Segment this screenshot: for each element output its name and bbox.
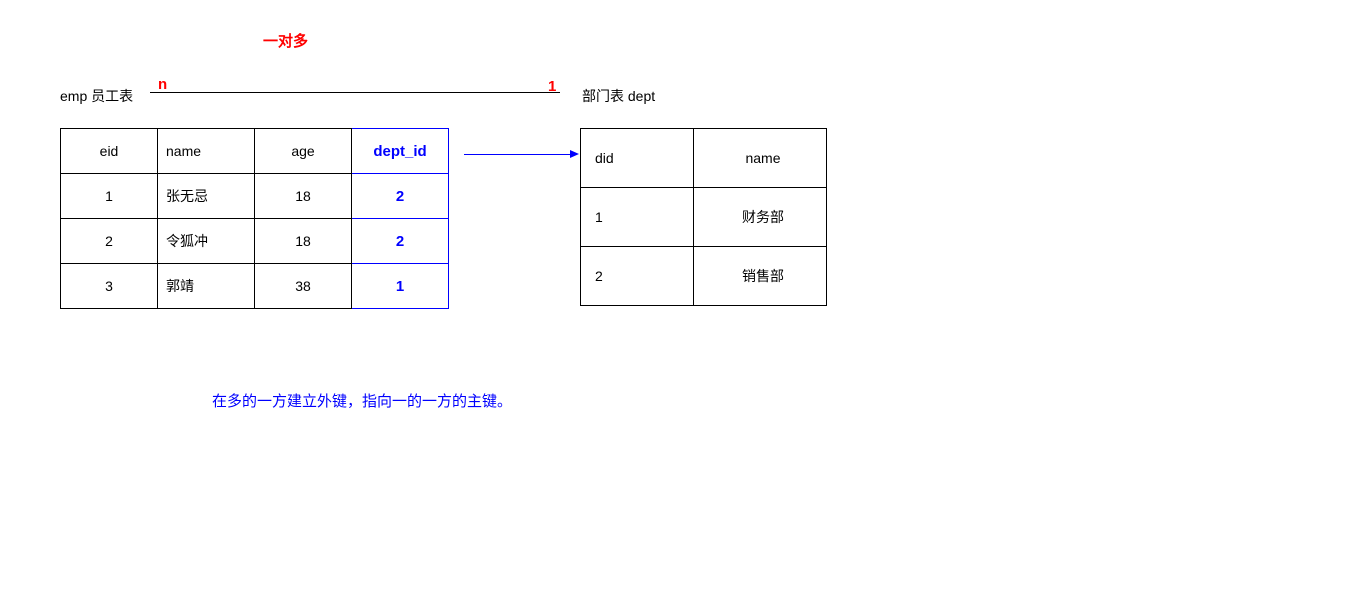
table-row: 2 销售部 bbox=[581, 247, 827, 306]
emp-header-eid: eid bbox=[61, 129, 158, 174]
emp-cell-fk: 2 bbox=[352, 219, 449, 264]
emp-cell: 郭靖 bbox=[158, 264, 255, 309]
dept-cell: 1 bbox=[581, 188, 694, 247]
emp-table: eid name age dept_id 1 张无忌 18 2 2 令狐冲 18… bbox=[60, 128, 449, 309]
diagram-title: 一对多 bbox=[263, 30, 308, 51]
table-row: did name bbox=[581, 129, 827, 188]
emp-cell-fk: 2 bbox=[352, 174, 449, 219]
dept-cell: 销售部 bbox=[694, 247, 827, 306]
emp-cell: 38 bbox=[255, 264, 352, 309]
diagram-note: 在多的一方建立外键，指向一的一方的主键。 bbox=[212, 390, 512, 411]
relationship-1: 1 bbox=[548, 78, 556, 95]
dept-cell: 2 bbox=[581, 247, 694, 306]
table-row: 1 张无忌 18 2 bbox=[61, 174, 449, 219]
emp-cell: 18 bbox=[255, 219, 352, 264]
dept-table: did name 1 财务部 2 销售部 bbox=[580, 128, 827, 306]
emp-cell-fk: 1 bbox=[352, 264, 449, 309]
relationship-n: n bbox=[158, 76, 167, 93]
relationship-line bbox=[150, 92, 560, 93]
dept-header-did: did bbox=[581, 129, 694, 188]
emp-cell: 2 bbox=[61, 219, 158, 264]
emp-table-label: emp 员工表 bbox=[60, 86, 133, 106]
table-row: 3 郭靖 38 1 bbox=[61, 264, 449, 309]
dept-header-name: name bbox=[694, 129, 827, 188]
emp-cell: 令狐冲 bbox=[158, 219, 255, 264]
emp-header-age: age bbox=[255, 129, 352, 174]
table-row: eid name age dept_id bbox=[61, 129, 449, 174]
emp-cell: 3 bbox=[61, 264, 158, 309]
dept-cell: 财务部 bbox=[694, 188, 827, 247]
emp-header-deptid: dept_id bbox=[352, 129, 449, 174]
table-row: 1 财务部 bbox=[581, 188, 827, 247]
table-row: 2 令狐冲 18 2 bbox=[61, 219, 449, 264]
emp-header-name: name bbox=[158, 129, 255, 174]
emp-cell: 张无忌 bbox=[158, 174, 255, 219]
dept-table-label: 部门表 dept bbox=[582, 86, 655, 106]
emp-cell: 18 bbox=[255, 174, 352, 219]
fk-arrow-head-icon bbox=[570, 150, 579, 158]
fk-arrow-line bbox=[464, 154, 570, 155]
emp-cell: 1 bbox=[61, 174, 158, 219]
